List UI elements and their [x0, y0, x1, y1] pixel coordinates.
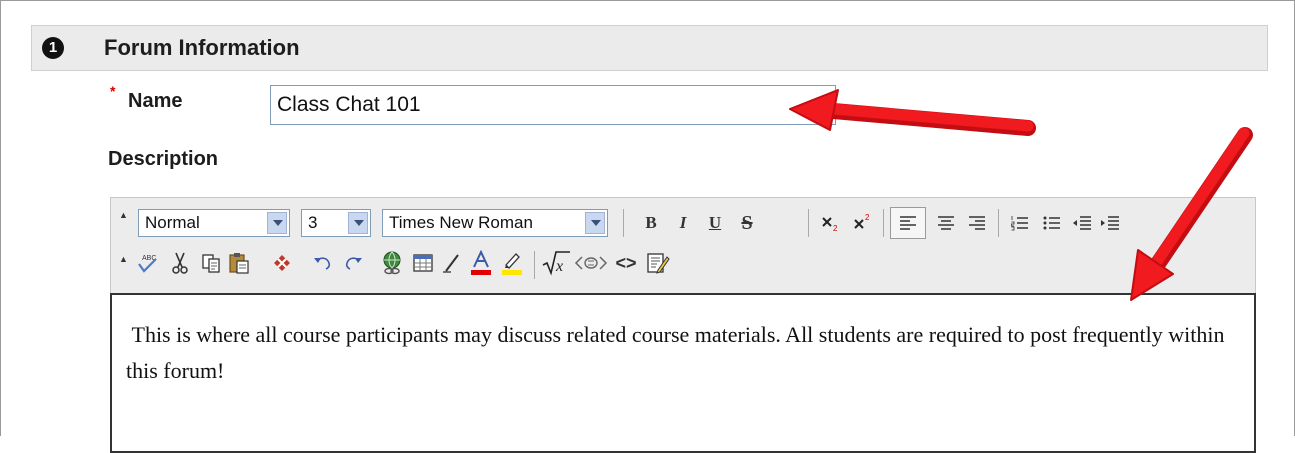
description-content[interactable]: This is where all course participants ma… [126, 317, 1226, 389]
insert-link-button[interactable] [379, 249, 405, 277]
frame-top-border [0, 0, 1295, 1]
toolbar-separator [883, 209, 884, 237]
chevron-down-icon [267, 212, 287, 234]
subscript-button[interactable]: 2 [818, 209, 844, 237]
redo-icon [345, 257, 362, 270]
font-select-value: Times New Roman [389, 213, 533, 232]
numbered-list-icon [1011, 216, 1028, 231]
name-label: Name [128, 90, 183, 112]
spellcheck-button[interactable]: ABC [135, 249, 161, 277]
table-icon [413, 254, 433, 272]
collapse-row1-icon[interactable]: ▲ [119, 210, 128, 220]
font-color-icon [471, 250, 491, 275]
superscript-icon: 2 [854, 213, 870, 229]
insert-table-button[interactable] [410, 249, 436, 277]
spellcheck-icon: ABC [138, 255, 157, 273]
clipboard-icon [229, 253, 249, 274]
description-label: Description [108, 148, 219, 170]
align-right-button[interactable] [964, 209, 990, 237]
name-input[interactable] [270, 85, 836, 125]
align-left-button[interactable] [890, 207, 926, 239]
edit-document-icon [647, 253, 670, 274]
undo-button[interactable] [310, 249, 336, 277]
strikethrough-button[interactable]: S [734, 209, 760, 237]
size-select[interactable]: 3 [301, 209, 371, 237]
svg-text:x: x [555, 258, 563, 275]
remove-format-icon [274, 255, 290, 271]
toolbar-separator [808, 209, 809, 237]
cut-button[interactable] [167, 249, 193, 277]
bold-button[interactable]: B [638, 209, 664, 237]
step-number-badge: 1 [42, 37, 64, 59]
subscript-icon: 2 [822, 217, 838, 233]
html-source-button[interactable]: <> [611, 249, 641, 277]
numbered-list-button[interactable] [1007, 209, 1033, 237]
preview-button[interactable] [645, 249, 671, 277]
highlighter-icon [502, 253, 522, 275]
paste-button[interactable] [226, 249, 252, 277]
align-center-icon [938, 216, 954, 230]
collapse-row2-icon[interactable]: ▲ [119, 254, 128, 264]
section-title: Forum Information [104, 35, 300, 60]
undo-icon [314, 257, 331, 270]
text-color-button[interactable] [468, 249, 494, 277]
chevron-down-icon [585, 212, 605, 234]
toolbar-separator [534, 251, 535, 279]
square-root-icon: x [542, 251, 570, 276]
align-left-icon [900, 216, 916, 230]
indent-icon [1101, 216, 1119, 230]
highlight-color-button[interactable] [499, 249, 525, 277]
bullet-list-button[interactable] [1039, 209, 1065, 237]
editor-toolbar: ▲ Normal 3 Times New Roman B I U S 2 2 ▲… [110, 197, 1256, 294]
format-select[interactable]: Normal [138, 209, 290, 237]
scissors-icon [172, 252, 188, 274]
copy-icon [202, 254, 220, 273]
indent-button[interactable] [1097, 209, 1123, 237]
pencil-icon [443, 254, 459, 273]
format-select-value: Normal [145, 213, 200, 232]
italic-button[interactable]: I [670, 209, 696, 237]
toolbar-separator [623, 209, 624, 237]
font-select[interactable]: Times New Roman [382, 209, 608, 237]
description-editor[interactable]: This is where all course participants ma… [110, 293, 1256, 453]
required-marker: * [110, 83, 116, 99]
bullet-list-icon [1043, 216, 1060, 230]
embed-media-button[interactable] [574, 249, 608, 277]
globe-link-icon [383, 251, 401, 275]
svg-text:2: 2 [865, 213, 870, 222]
math-equation-button[interactable]: x [541, 249, 571, 277]
underline-button[interactable]: U [702, 209, 728, 237]
redo-button[interactable] [340, 249, 366, 277]
chevron-down-icon [348, 212, 368, 234]
size-select-value: 3 [308, 213, 318, 232]
outdent-icon [1073, 216, 1091, 230]
horizontal-line-button[interactable] [439, 249, 465, 277]
svg-text:2: 2 [833, 224, 838, 233]
align-center-button[interactable] [933, 209, 959, 237]
align-right-icon [969, 216, 985, 230]
toolbar-separator [998, 209, 999, 237]
copy-button[interactable] [198, 249, 224, 277]
section-header: 1 Forum Information [31, 25, 1268, 71]
outdent-button[interactable] [1069, 209, 1095, 237]
superscript-button[interactable]: 2 [850, 209, 876, 237]
embed-icon [574, 256, 608, 270]
remove-format-button[interactable] [269, 249, 295, 277]
